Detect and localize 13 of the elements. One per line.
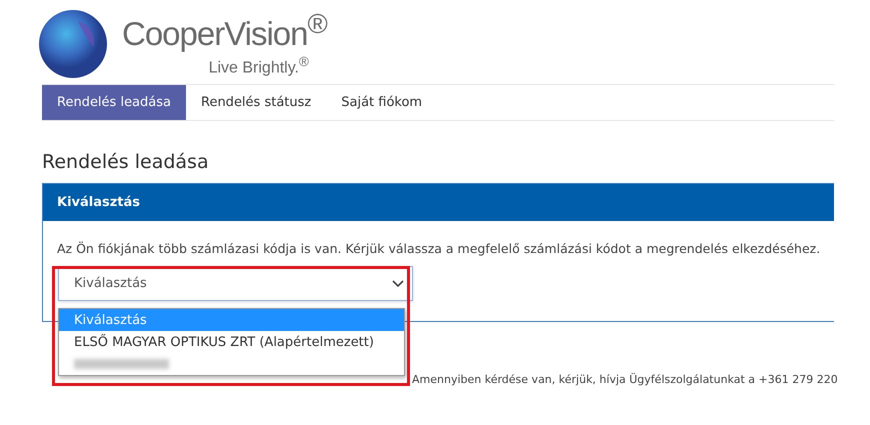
nav-tab[interactable]: Rendelés státusz bbox=[186, 85, 326, 120]
dropdown-option[interactable]: ELSŐ MAGYAR OPTIKUS ZRT (Alapértelmezett) bbox=[59, 331, 404, 353]
brand-name: CooperVision$^{®}$ bbox=[122, 10, 327, 50]
chevron-icon bbox=[392, 280, 404, 288]
billing-select[interactable]: Kiválasztás bbox=[58, 266, 413, 301]
instruction-text: Az Ön fiókjának több számlázasi kódja is van. Kérjük válassza a megfelelő számlázási kódot a megrendelés elkezdéséhez. bbox=[57, 241, 820, 256]
nav-tab[interactable]: Rendelés leadása bbox=[42, 85, 186, 120]
panel-title: Kiválasztás bbox=[43, 184, 834, 221]
page-title: Rendelés leadása bbox=[42, 151, 210, 173]
nav-tab[interactable]: Saját fiókom bbox=[326, 85, 438, 120]
logo-icon bbox=[38, 9, 108, 79]
help-text: Amennyiben kérdése van, kérjük, hívja Ügyfélszolgálatunkat a +361 279 220 bbox=[412, 373, 838, 386]
brand-tagline: Live Brightly.$^{®}$ bbox=[208, 54, 309, 78]
